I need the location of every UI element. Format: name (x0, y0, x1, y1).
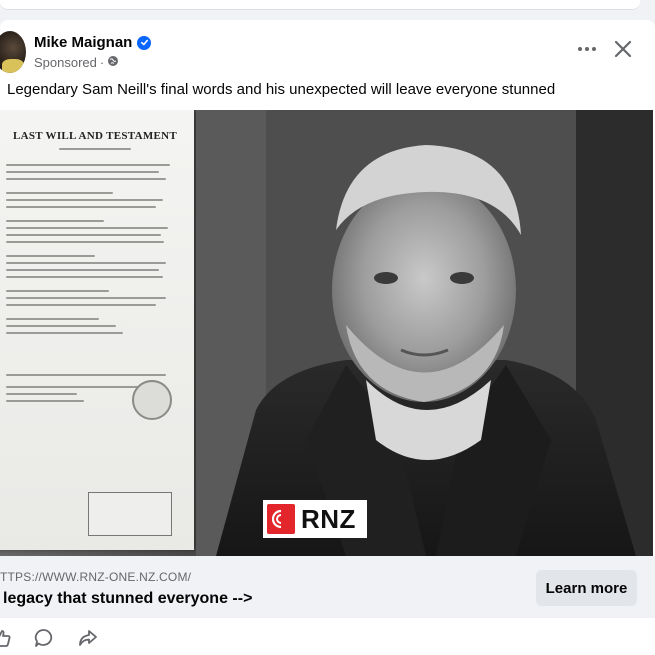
rnz-logo-icon (267, 504, 295, 534)
doc-text-line (6, 255, 95, 257)
doc-text-line (6, 234, 161, 236)
post-header: Mike Maignan Sponsored · (0, 20, 655, 80)
doc-text-line (6, 164, 170, 166)
doc-text-line (6, 304, 156, 306)
comment-icon[interactable] (32, 626, 56, 650)
link-url[interactable]: TTPS://WWW.RNZ-ONE.NZ.COM/ (0, 570, 191, 584)
doc-text-line (6, 192, 113, 194)
previous-post-edge (0, 0, 640, 10)
sponsored-line: Sponsored · (34, 55, 119, 70)
doc-text-line (6, 325, 117, 327)
document-title: LAST WILL AND TESTAMENT (12, 130, 178, 142)
portrait-photo (196, 110, 653, 556)
learn-more-button[interactable]: Learn more (536, 570, 637, 606)
post-caption: Legendary Sam Neill's final words and hi… (7, 81, 556, 98)
like-icon[interactable] (0, 626, 14, 650)
doc-text-line (59, 148, 131, 150)
close-icon[interactable] (606, 32, 640, 66)
doc-text-line (6, 178, 167, 180)
link-preview[interactable]: TTPS://WWW.RNZ-ONE.NZ.COM/ legacy that s… (0, 556, 655, 618)
certified-copy-stamp (88, 492, 172, 536)
rnz-logo-text: RNZ (301, 503, 356, 534)
doc-text-line (6, 227, 168, 229)
doc-text-line (6, 206, 156, 208)
doc-text-line (6, 374, 167, 376)
author-name[interactable]: Mike Maignan (34, 34, 132, 51)
author-avatar[interactable] (0, 31, 26, 73)
doc-text-line (6, 400, 85, 402)
doc-text-line (6, 393, 78, 395)
author-line: Mike Maignan (34, 34, 152, 51)
link-headline[interactable]: legacy that stunned everyone --> (3, 590, 252, 608)
doc-text-line (6, 220, 104, 222)
doc-text-line (6, 276, 163, 278)
doc-text-line (6, 269, 160, 271)
post-actions (0, 626, 655, 655)
verified-badge-icon (137, 35, 152, 50)
will-document: LAST WILL AND TESTAMENT (0, 110, 194, 550)
doc-text-line (6, 171, 160, 173)
dot-separator: · (99, 55, 105, 70)
share-icon[interactable] (76, 626, 100, 650)
globe-icon[interactable] (107, 55, 119, 70)
more-options-icon[interactable] (570, 32, 604, 66)
ad-image[interactable]: LAST WILL AND TESTAMENT RNZ (0, 110, 653, 556)
notary-seal (132, 380, 172, 420)
sponsored-label[interactable]: Sponsored (34, 55, 97, 70)
doc-text-line (6, 241, 165, 243)
doc-text-line (6, 262, 167, 264)
doc-text-line (6, 318, 99, 320)
doc-text-line (6, 297, 167, 299)
sponsored-post: Mike Maignan Sponsored · Legendary Sam N… (0, 20, 655, 655)
rnz-logo: RNZ (263, 500, 367, 538)
doc-text-line (6, 332, 124, 334)
doc-text-line (6, 290, 110, 292)
doc-text-line (6, 199, 163, 201)
